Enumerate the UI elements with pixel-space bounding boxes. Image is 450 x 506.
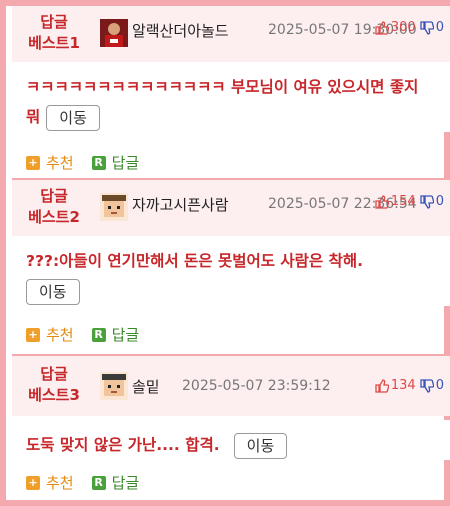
reply-label: 답글 (111, 326, 140, 344)
recommend-label: 추천 (46, 154, 74, 172)
recommend-button[interactable]: + 추천 (26, 324, 74, 345)
best-replies-panel: 답글 베스트1 알랙산더아놀드 2025-05-07 19:30:00 300 (0, 0, 450, 506)
reply-header: 답글 베스트3 솔밑 2025-05-07 23:59:12 134 0 (12, 356, 450, 416)
pixel-face-avatar-icon[interactable] (100, 193, 128, 221)
reply-r-icon: R (91, 475, 106, 490)
reply-body: 도둑 맞지 않은 가난.... 합격. 이동 (12, 420, 450, 460)
reply-content: ???:아들이 연기만해서 돈은 못벌어도 사람은 착해. (26, 252, 363, 270)
up-count: 154 (390, 194, 416, 209)
up-count: 134 (390, 378, 416, 393)
reply-text: ???:아들이 연기만해서 돈은 못벌어도 사람은 착해. 이동 (26, 246, 436, 306)
reply-body: ㅋㅋㅋㅋㅋㅋㅋㅋㅋㅋㅋㅋㅋㅋ 부모님이 여유 있으시면 좋지 뭐 이동 (12, 62, 450, 132)
reply-button[interactable]: R 답글 (91, 152, 140, 173)
recommend-button[interactable]: + 추천 (26, 152, 74, 173)
reply-content: 도둑 맞지 않은 가난.... 합격. (26, 436, 220, 454)
thumbs-down-icon[interactable] (420, 378, 434, 393)
red-jersey-avatar-icon[interactable] (100, 19, 128, 47)
reply-actions: + 추천 R 답글 (26, 472, 157, 493)
best-badge: 답글 베스트2 (12, 186, 96, 228)
plus-icon: + (26, 475, 40, 490)
reply-r-icon: R (91, 327, 106, 342)
best-reply-2: 답글 베스트2 자까고시픈사람 2025-05-07 22:36:54 154 … (12, 180, 450, 356)
nickname[interactable]: 솔밑 (132, 376, 160, 397)
down-count: 0 (435, 194, 444, 209)
up-count: 300 (390, 20, 416, 35)
pixel-face-avatar-icon[interactable] (100, 372, 128, 400)
best-reply-1: 답글 베스트1 알랙산더아놀드 2025-05-07 19:30:00 300 (12, 6, 450, 180)
nickname[interactable]: 알랙산더아놀드 (132, 20, 229, 41)
reply-actions: + 추천 R 답글 (26, 152, 157, 173)
vote-counts: 300 0 (375, 20, 444, 35)
best-reply-3: 답글 베스트3 솔밑 2025-05-07 23:59:12 134 0 도둑 … (12, 356, 450, 506)
badge-line1: 답글 (40, 13, 68, 31)
reply-r-icon: R (91, 155, 106, 170)
down-count: 0 (435, 20, 444, 35)
thumbs-up-icon[interactable] (375, 378, 389, 393)
thumbs-down-icon[interactable] (420, 194, 434, 209)
reply-text: 도둑 맞지 않은 가난.... 합격. 이동 (26, 430, 436, 460)
reply-label: 답글 (111, 154, 140, 172)
thumbs-up-icon[interactable] (375, 20, 389, 35)
move-button[interactable]: 이동 (46, 104, 100, 131)
reply-text: ㅋㅋㅋㅋㅋㅋㅋㅋㅋㅋㅋㅋㅋㅋ 부모님이 여유 있으시면 좋지 뭐 이동 (26, 72, 436, 132)
vote-counts: 154 0 (375, 194, 444, 209)
move-button[interactable]: 이동 (26, 278, 80, 305)
reply-body: ???:아들이 연기만해서 돈은 못벌어도 사람은 착해. 이동 (12, 236, 450, 306)
recommend-label: 추천 (46, 474, 74, 492)
nickname[interactable]: 자까고시픈사람 (132, 194, 229, 215)
badge-line1: 답글 (40, 365, 68, 383)
badge-line2: 베스트2 (28, 208, 80, 226)
vote-counts: 134 0 (375, 378, 444, 393)
plus-icon: + (26, 155, 40, 170)
recommend-label: 추천 (46, 326, 74, 344)
reply-header: 답글 베스트2 자까고시픈사람 2025-05-07 22:36:54 154 … (12, 180, 450, 236)
reply-button[interactable]: R 답글 (91, 472, 140, 493)
reply-button[interactable]: R 답글 (91, 324, 140, 345)
badge-line1: 답글 (40, 187, 68, 205)
reply-label: 답글 (111, 474, 140, 492)
post-date: 2025-05-07 23:59:12 (182, 378, 331, 394)
down-count: 0 (435, 378, 444, 393)
best-badge: 답글 베스트3 (12, 364, 96, 406)
badge-line2: 베스트3 (28, 386, 80, 404)
thumbs-up-icon[interactable] (375, 194, 389, 209)
recommend-button[interactable]: + 추천 (26, 472, 74, 493)
move-button[interactable]: 이동 (233, 432, 288, 459)
reply-header: 답글 베스트1 알랙산더아놀드 2025-05-07 19:30:00 300 (12, 6, 450, 62)
thumbs-down-icon[interactable] (420, 20, 434, 35)
reply-actions: + 추천 R 답글 (26, 324, 157, 345)
best-badge: 답글 베스트1 (12, 12, 96, 54)
badge-line2: 베스트1 (28, 34, 80, 52)
plus-icon: + (26, 327, 40, 342)
